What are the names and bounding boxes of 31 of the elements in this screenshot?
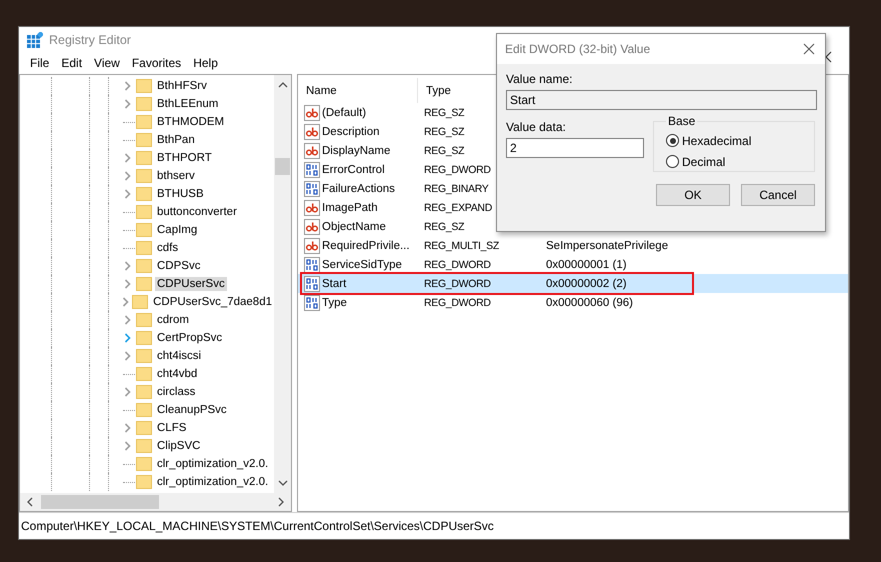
window-title: Registry Editor [49, 33, 131, 47]
value-name: DisplayName [322, 144, 390, 156]
value-name: RequiredPrivile... [322, 240, 410, 252]
value-data: SeImpersonatePrivilege [545, 240, 668, 252]
value-name: ImagePath [322, 202, 378, 214]
status-bar: Computer\HKEY_LOCAL_MACHINE\SYSTEM\CurrentControlSet\Services\CDPUserSvc [19, 512, 849, 539]
value-data: 0x00000002 (2) [545, 278, 627, 290]
value-type: REG_DWORD [424, 258, 491, 270]
field-label: Value data: [506, 120, 567, 134]
value-name: Start [322, 278, 346, 290]
value-name: Type [322, 296, 347, 308]
value-type: REG_SZ [424, 126, 464, 138]
value-type: REG_DWORD [424, 164, 491, 176]
dialog-title: Edit DWORD (32-bit) Value [505, 42, 650, 56]
value-type: REG_EXPAND [424, 202, 492, 214]
value-data: 0x00000001 (1) [545, 258, 627, 270]
group-label: Base [667, 114, 696, 128]
value-type: REG_DWORD [424, 278, 491, 290]
value-name: ObjectName [322, 220, 386, 232]
value-type: REG_SZ [424, 106, 464, 118]
value-type: REG_DWORD [424, 296, 491, 308]
value-name: ErrorControl [322, 164, 385, 176]
value-name: Description [322, 126, 380, 138]
value-type: REG_SZ [424, 144, 464, 156]
value-name: ServiceSidType [322, 258, 402, 270]
value-type: REG_SZ [424, 220, 464, 232]
value-data: 0x00000060 (96) [545, 296, 633, 308]
value-type: REG_MULTI_SZ [424, 240, 499, 252]
value-type: REG_BINARY [424, 182, 488, 194]
value-name: FailureActions [322, 182, 395, 194]
value-name: (Default) [322, 106, 366, 118]
